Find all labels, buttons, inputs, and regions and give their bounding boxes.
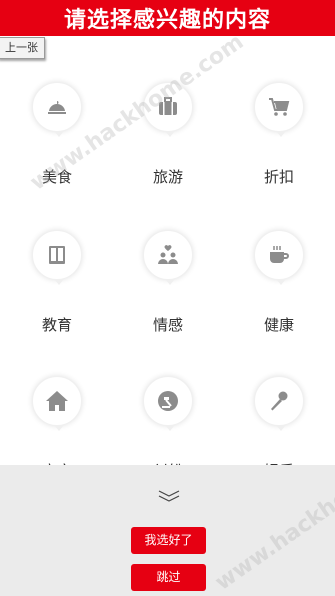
book-icon	[32, 230, 82, 285]
coffee-cup-icon	[254, 230, 304, 285]
house-icon	[32, 376, 82, 431]
food-cloche-icon	[32, 82, 82, 137]
shopping-cart-icon	[254, 82, 304, 137]
people-heart-icon	[143, 230, 193, 285]
microphone-icon	[254, 376, 304, 431]
category-health[interactable]: 健康	[239, 230, 319, 335]
page-title: 请选择感兴趣的内容	[63, 8, 271, 33]
category-travel[interactable]: 旅游	[128, 82, 208, 187]
category-education[interactable]: 教育	[17, 230, 97, 335]
skip-button[interactable]: 跳过	[131, 564, 206, 591]
suitcase-icon	[143, 82, 193, 137]
category-label: 健康	[263, 316, 294, 334]
category-label: 折扣	[263, 168, 294, 186]
gavel-icon	[143, 376, 193, 431]
category-label: 美食	[41, 168, 72, 186]
category-label: 旅游	[152, 168, 183, 186]
confirm-selection-button[interactable]: 我选好了	[131, 527, 206, 554]
category-label: 教育	[41, 316, 72, 334]
category-discount[interactable]: 折扣	[239, 82, 319, 187]
header-bar: 请选择感兴趣的内容	[0, 0, 335, 36]
category-food[interactable]: 美食	[17, 82, 97, 187]
category-emotion[interactable]: 情感	[128, 230, 208, 335]
category-label: 情感	[152, 316, 183, 334]
previous-button[interactable]: 上一张	[0, 37, 45, 59]
double-chevron-down-icon[interactable]	[158, 490, 180, 504]
